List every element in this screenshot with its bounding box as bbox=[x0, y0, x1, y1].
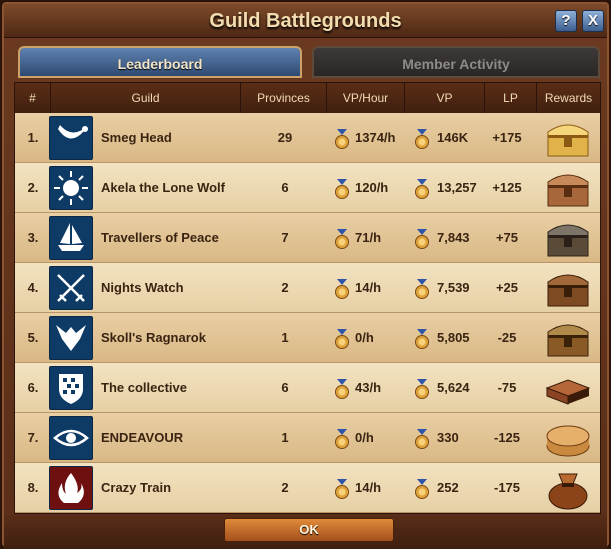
provinces-cell: 1 bbox=[281, 330, 289, 345]
eye-emblem-icon bbox=[49, 416, 93, 460]
vp-hour-cell: 14/h bbox=[355, 480, 382, 495]
vp-hour-cell: 43/h bbox=[355, 380, 382, 395]
table-row[interactable]: 3. Travellers of Peace 7 71/h 7,843 +75 bbox=[15, 213, 600, 263]
lp-cell: +25 bbox=[495, 280, 519, 295]
table-row[interactable]: 7. ENDEAVOUR 1 0/h 330 -125 bbox=[15, 413, 600, 463]
lp-cell: +75 bbox=[495, 230, 519, 245]
ship-emblem-icon bbox=[49, 216, 93, 260]
leaderboard-table: # Guild Provinces VP/Hour VP LP Rewards … bbox=[14, 82, 601, 514]
table-row[interactable]: 4. Nights Watch 2 14/h 7,539 +25 bbox=[15, 263, 600, 313]
table-row[interactable]: 6. The collective 6 43/h 5,624 -75 bbox=[15, 363, 600, 413]
golden-chest-icon[interactable] bbox=[543, 116, 593, 160]
shield-emblem-icon bbox=[49, 366, 93, 410]
rank-cell: 1. bbox=[27, 130, 39, 145]
header-provinces: Provinces bbox=[241, 83, 327, 113]
lp-cell: -125 bbox=[493, 430, 521, 445]
wooden-chest-icon[interactable] bbox=[543, 266, 593, 310]
box-icon[interactable] bbox=[543, 366, 593, 410]
table-row[interactable]: 1. Smeg Head 29 1374/h 146K +175 bbox=[15, 113, 600, 163]
rank-cell: 3. bbox=[27, 230, 39, 245]
lp-cell: -75 bbox=[497, 380, 517, 395]
guild-name[interactable]: Akela the Lone Wolf bbox=[101, 163, 241, 213]
header-vp-hour: VP/Hour bbox=[327, 83, 405, 113]
window-title: Guild Battlegrounds bbox=[209, 10, 402, 32]
table-header: # Guild Provinces VP/Hour VP LP Rewards bbox=[15, 83, 600, 113]
vp-hour-cell: 14/h bbox=[355, 280, 382, 295]
provinces-cell: 6 bbox=[281, 180, 289, 195]
round-box-icon[interactable] bbox=[543, 416, 593, 460]
footer: OK bbox=[4, 514, 607, 549]
table-row[interactable]: 8. Crazy Train 2 14/h 252 -175 bbox=[15, 463, 600, 513]
steel-chest-icon[interactable] bbox=[543, 216, 593, 260]
table-row[interactable]: 2. Akela the Lone Wolf 6 120/h 13,257 +125 bbox=[15, 163, 600, 213]
provinces-cell: 29 bbox=[277, 130, 293, 145]
guild-name[interactable]: Nights Watch bbox=[101, 263, 241, 313]
vp-hour-cell: 1374/h bbox=[355, 130, 396, 145]
lp-cell: +175 bbox=[492, 130, 522, 145]
vp-hour-cell: 0/h bbox=[355, 330, 374, 345]
tab-member-activity[interactable]: Member Activity bbox=[312, 46, 600, 78]
guild-name[interactable]: Smeg Head bbox=[101, 113, 241, 163]
guild-name[interactable]: Skoll's Ragnarok bbox=[101, 313, 241, 363]
rank-cell: 6. bbox=[27, 380, 39, 395]
guild-battlegrounds-window: Guild Battlegrounds ? X Leaderboard Memb… bbox=[0, 0, 611, 549]
rank-cell: 7. bbox=[27, 430, 39, 445]
guild-name[interactable]: ENDEAVOUR bbox=[101, 413, 241, 463]
eagle-emblem-icon bbox=[49, 316, 93, 360]
rank-cell: 2. bbox=[27, 180, 39, 195]
provinces-cell: 1 bbox=[281, 430, 289, 445]
sun-emblem-icon bbox=[49, 166, 93, 210]
flame-emblem-icon bbox=[49, 466, 93, 510]
header-vp: VP bbox=[405, 83, 485, 113]
header-rewards: Rewards bbox=[544, 91, 593, 105]
table-row[interactable]: 5. Skoll's Ragnarok 1 0/h 5,805 -25 bbox=[15, 313, 600, 363]
header-rank: # bbox=[15, 83, 51, 113]
rank-cell: 5. bbox=[27, 330, 39, 345]
crossed-swords-emblem-icon bbox=[49, 266, 93, 310]
vp-hour-cell: 71/h bbox=[355, 230, 382, 245]
small-chest-icon[interactable] bbox=[543, 316, 593, 360]
rank-cell: 4. bbox=[27, 280, 39, 295]
provinces-cell: 2 bbox=[281, 480, 289, 495]
tab-leaderboard[interactable]: Leaderboard bbox=[18, 46, 302, 78]
header-guild: Guild bbox=[51, 83, 241, 113]
guild-name[interactable]: The collective bbox=[101, 363, 241, 413]
close-button[interactable]: X bbox=[582, 10, 604, 32]
vp-hour-cell: 120/h bbox=[355, 180, 389, 195]
header-lp: LP bbox=[485, 83, 537, 113]
provinces-cell: 2 bbox=[281, 280, 289, 295]
guild-name[interactable]: Travellers of Peace bbox=[101, 213, 241, 263]
provinces-cell: 7 bbox=[281, 230, 289, 245]
rank-cell: 8. bbox=[27, 480, 39, 495]
lp-cell: +125 bbox=[492, 180, 522, 195]
guild-name[interactable]: Crazy Train bbox=[101, 463, 241, 513]
title-bar: Guild Battlegrounds ? X bbox=[4, 4, 607, 38]
lp-cell: -25 bbox=[497, 330, 517, 345]
tab-bar: Leaderboard Member Activity bbox=[14, 46, 601, 80]
sack-icon[interactable] bbox=[543, 466, 593, 510]
ornate-chest-icon[interactable] bbox=[543, 166, 593, 210]
ok-button[interactable]: OK bbox=[224, 518, 394, 542]
help-button[interactable]: ? bbox=[555, 10, 577, 32]
lp-cell: -175 bbox=[493, 480, 521, 495]
vp-hour-cell: 0/h bbox=[355, 430, 374, 445]
provinces-cell: 6 bbox=[281, 380, 289, 395]
horn-emblem-icon bbox=[49, 116, 93, 160]
